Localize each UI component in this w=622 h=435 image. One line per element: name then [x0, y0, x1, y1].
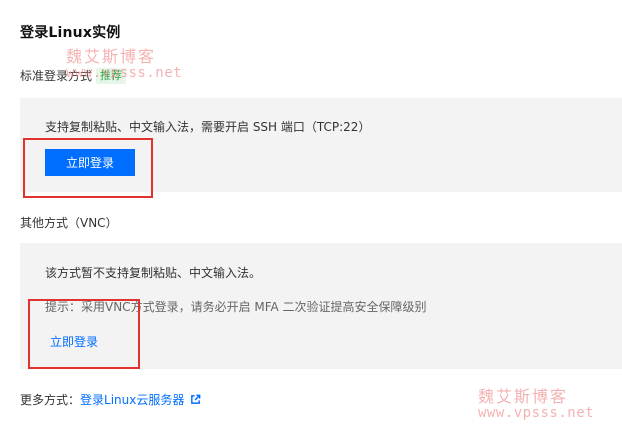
watermark-bottom-url: www.vpsss.net — [478, 404, 595, 421]
login-linux-cloud-server-link[interactable]: 登录Linux云服务器 — [80, 391, 184, 408]
standard-login-panel: 支持复制粘贴、中文输入法，需要开启 SSH 端口（TCP:22） 立即登录 — [20, 98, 622, 192]
page-title: 登录Linux实例 — [20, 25, 121, 41]
login-linux-instance-page: 登录Linux实例 标准登录方式 推荐 支持复制粘贴、中文输入法，需要开启 SS… — [0, 0, 622, 435]
standard-login-label-text: 标准登录方式 — [20, 69, 93, 83]
more-methods: 更多方式： 登录Linux云服务器 — [20, 391, 201, 408]
watermark-bottom-name: 魏艾斯博客 — [478, 387, 569, 406]
vnc-login-tip: 提示：采用VNC方式登录，请务必开启 MFA 二次验证提高安全保障级别 — [45, 300, 427, 314]
watermark-top-name: 魏艾斯博客 — [66, 47, 157, 66]
more-methods-prefix: 更多方式： — [20, 393, 81, 407]
vnc-login-link[interactable]: 立即登录 — [50, 333, 98, 350]
standard-login-button[interactable]: 立即登录 — [45, 149, 135, 176]
vnc-login-label-text: 其他方式（VNC） — [20, 216, 118, 230]
vnc-login-panel: 该方式暂不支持复制粘贴、中文输入法。 提示：采用VNC方式登录，请务必开启 MF… — [20, 243, 622, 369]
vnc-login-label: 其他方式（VNC） — [20, 214, 118, 231]
recommended-badge: 推荐 — [96, 67, 127, 84]
watermark-bottom: 魏艾斯博客 www.vpsss.net — [478, 388, 594, 421]
standard-login-description: 支持复制粘贴、中文输入法，需要开启 SSH 端口（TCP:22） — [45, 120, 371, 134]
standard-login-label: 标准登录方式 推荐 — [20, 67, 127, 84]
external-link-icon[interactable] — [190, 394, 201, 405]
vnc-login-description: 该方式暂不支持复制粘贴、中文输入法。 — [45, 266, 262, 280]
